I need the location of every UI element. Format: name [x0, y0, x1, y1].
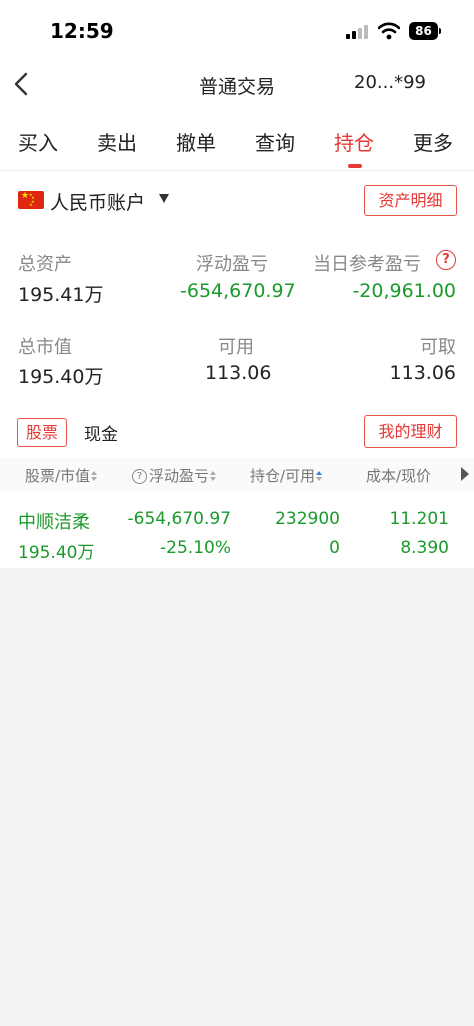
- withdrawable-value: 113.06: [389, 362, 456, 384]
- wifi-icon: [377, 22, 401, 40]
- col-header-position[interactable]: 持仓/可用: [250, 465, 323, 486]
- sort-icon: [316, 470, 323, 483]
- help-icon: ?: [132, 469, 147, 484]
- col-header-stock[interactable]: 股票/市值: [25, 465, 98, 486]
- stock-cost: 11.201: [389, 509, 449, 529]
- subtab-stock[interactable]: 股票: [17, 418, 67, 447]
- sort-icon: [91, 470, 98, 483]
- daily-pl-value: -20,961.00: [352, 280, 456, 302]
- market-value-label: 总市值: [18, 337, 72, 358]
- tab-buy[interactable]: 买入: [18, 127, 58, 156]
- total-assets-label: 总资产: [18, 254, 72, 275]
- available-value: 113.06: [205, 362, 272, 384]
- sort-icon: [210, 470, 217, 483]
- caret-down-icon[interactable]: [159, 194, 169, 203]
- total-assets-value: 195.41万: [18, 284, 104, 306]
- stock-price: 8.390: [400, 538, 449, 558]
- scroll-right-icon[interactable]: [461, 467, 469, 481]
- asset-detail-button[interactable]: 资产明细: [364, 185, 457, 216]
- floating-pl-value: -654,670.97: [180, 280, 296, 302]
- stock-pl: -654,670.97: [127, 509, 231, 529]
- stock-market-value: 195.40万: [18, 543, 95, 563]
- tab-cancel-order[interactable]: 撤单: [176, 127, 216, 156]
- subtab-cash[interactable]: 现金: [84, 420, 118, 445]
- tabs-divider: [0, 170, 474, 171]
- market-value-value: 195.40万: [18, 366, 104, 388]
- stock-available: 0: [329, 538, 340, 558]
- col-header-cost[interactable]: 成本/现价: [366, 465, 431, 486]
- active-tab-indicator: [348, 164, 362, 168]
- cellular-signal-icon: [346, 25, 368, 39]
- stock-position: 232900: [275, 509, 340, 529]
- account-switcher[interactable]: 20...*99: [354, 72, 426, 93]
- account-selector[interactable]: 人民币账户: [50, 188, 145, 215]
- status-time: 12:59: [50, 19, 114, 43]
- stock-name: 中顺洁柔: [18, 512, 90, 533]
- col-header-pl[interactable]: ? 浮动盈亏: [132, 465, 217, 486]
- stock-pl-pct: -25.10%: [160, 538, 231, 558]
- tab-more[interactable]: 更多: [413, 127, 453, 156]
- help-icon[interactable]: ?: [436, 250, 456, 270]
- daily-pl-label: 当日参考盈亏: [313, 254, 421, 275]
- tab-positions[interactable]: 持仓: [334, 127, 374, 156]
- tab-query[interactable]: 查询: [255, 127, 295, 156]
- tab-sell[interactable]: 卖出: [97, 127, 137, 156]
- china-flag-icon: ★ ★ ★ ★ ★: [18, 191, 44, 209]
- battery-icon: 86: [409, 22, 438, 40]
- my-wealth-button[interactable]: 我的理财: [364, 415, 457, 448]
- available-label: 可用: [218, 337, 254, 358]
- withdrawable-label: 可取: [420, 337, 456, 358]
- floating-pl-label: 浮动盈亏: [196, 254, 268, 275]
